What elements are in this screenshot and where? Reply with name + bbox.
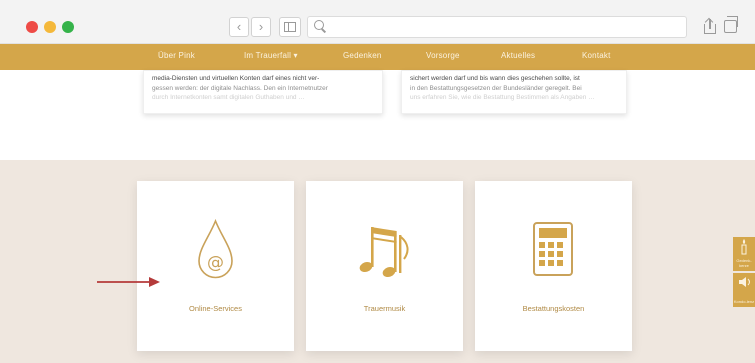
window-zoom-button[interactable] <box>62 21 74 33</box>
nav-item-vorsorge[interactable]: Vorsorge <box>426 51 460 60</box>
annotation-arrow-icon <box>97 277 160 287</box>
back-button[interactable]: ‹ <box>229 17 249 37</box>
nav-item-ueber-pink[interactable]: Über Pink <box>158 51 195 60</box>
service-card-online-services[interactable]: @ Online-Services <box>137 181 294 351</box>
nav-item-kontakt[interactable]: Kontakt <box>582 51 611 60</box>
music-notes-icon <box>359 227 409 278</box>
nav-item-gedenken[interactable]: Gedenken <box>343 51 382 60</box>
side-tab-label: Gedenk-kerze <box>736 258 752 268</box>
share-button[interactable] <box>703 19 717 35</box>
side-tab-candle[interactable]: Gedenk-kerze <box>733 237 755 271</box>
address-bar[interactable] <box>307 16 687 38</box>
at-drop-icon: @ <box>198 219 233 279</box>
forward-button[interactable]: › <box>251 17 271 37</box>
teaser-card-digital-legacy[interactable]: media-Diensten und virtuellen Konten dar… <box>143 70 383 114</box>
teaser-line: in den Bestattungsgesetzen der Bundeslän… <box>410 84 582 92</box>
tabs-icon[interactable] <box>724 16 738 33</box>
service-label: Bestattungskosten <box>522 304 585 313</box>
nav-item-im-trauerfall[interactable]: Im Trauerfall ▾ <box>244 51 298 60</box>
search-icon <box>314 20 326 32</box>
nav-item-aktuelles[interactable]: Aktuelles <box>501 51 535 60</box>
teaser-line: sichert werden darf und bis wann dies ge… <box>410 75 580 82</box>
sidebar-icon <box>284 22 296 32</box>
side-tab-condolence[interactable]: Kondo-lenz <box>733 273 755 307</box>
svg-text:@: @ <box>207 253 224 273</box>
teaser-line: uns erfahren Sie, wie die Bestattung Bes… <box>410 94 595 101</box>
share-arrow-icon <box>709 19 711 29</box>
site-navigation: Über Pink Im Trauerfall ▾ Gedenken Vorso… <box>0 44 755 70</box>
teaser-line: media-Diensten und virtuellen Konten dar… <box>152 75 320 82</box>
teaser-line: durch Internetkonten samt digitalen Guth… <box>152 94 305 101</box>
teaser-line: gessen werden: der digitale Nachlass. De… <box>152 84 328 92</box>
service-card-trauermusik[interactable]: Trauermusik <box>306 181 463 351</box>
teaser-card-burial-law[interactable]: sichert werden darf und bis wann dies ge… <box>401 70 627 114</box>
service-label: Online-Services <box>189 304 242 313</box>
window-close-button[interactable] <box>26 21 38 33</box>
speaker-icon <box>739 277 750 287</box>
sidebar-toggle-button[interactable] <box>279 17 301 37</box>
calculator-icon <box>533 222 573 276</box>
service-label: Trauermusik <box>363 304 406 313</box>
article-teasers: media-Diensten und virtuellen Konten dar… <box>0 70 755 160</box>
window-minimize-button[interactable] <box>44 21 56 33</box>
side-tab-label: Kondo-lenz <box>733 298 755 304</box>
candle-icon <box>741 239 747 255</box>
browser-toolbar: ‹ › <box>0 0 755 44</box>
service-card-bestattungskosten[interactable]: Bestattungskosten <box>475 181 632 351</box>
